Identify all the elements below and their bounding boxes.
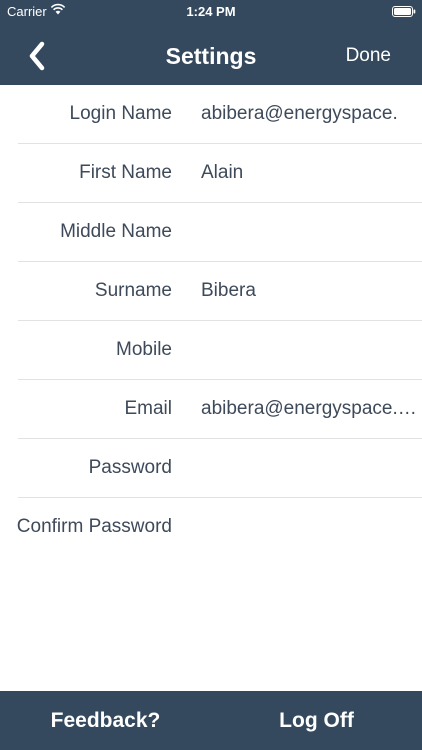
confirm-password-label: Confirm Password (16, 516, 172, 537)
surname-label: Surname (94, 280, 172, 301)
navigation-bar: Settings Done (0, 22, 422, 85)
middle-name-row: Middle Name (18, 203, 422, 262)
feedback-button[interactable]: Feedback? (0, 709, 211, 733)
battery-icon (392, 5, 416, 17)
status-bar: Carrier 1:24 PM (0, 0, 422, 22)
email-row: Email abibera@energyspace.c… (18, 380, 422, 439)
password-label: Password (88, 457, 172, 478)
first-name-field[interactable]: Alain (201, 162, 419, 184)
first-name-row: First Name Alain (18, 144, 422, 203)
login-name-row: Login Name abibera@energyspace. (18, 85, 422, 144)
top-bar: Carrier 1:24 PM Settings Done (0, 0, 422, 85)
settings-form: Login Name abibera@energyspace. First Na… (0, 85, 422, 557)
email-label: Email (124, 398, 172, 419)
password-row: Password (18, 439, 422, 498)
middle-name-label: Middle Name (60, 221, 172, 242)
status-time: 1:24 PM (186, 4, 236, 19)
confirm-password-row: Confirm Password (16, 498, 422, 557)
mobile-row: Mobile (18, 321, 422, 380)
log-off-button[interactable]: Log Off (211, 709, 422, 733)
done-button[interactable]: Done (346, 45, 391, 67)
email-field[interactable]: abibera@energyspace.c… (201, 398, 419, 420)
bottom-toolbar: Feedback? Log Off (0, 691, 422, 750)
surname-row: Surname Bibera (18, 262, 422, 321)
login-name-label: Login Name (69, 103, 172, 124)
mobile-label: Mobile (116, 339, 172, 360)
login-name-field[interactable]: abibera@energyspace. (201, 103, 419, 125)
surname-field[interactable]: Bibera (201, 280, 419, 302)
first-name-label: First Name (79, 162, 172, 183)
